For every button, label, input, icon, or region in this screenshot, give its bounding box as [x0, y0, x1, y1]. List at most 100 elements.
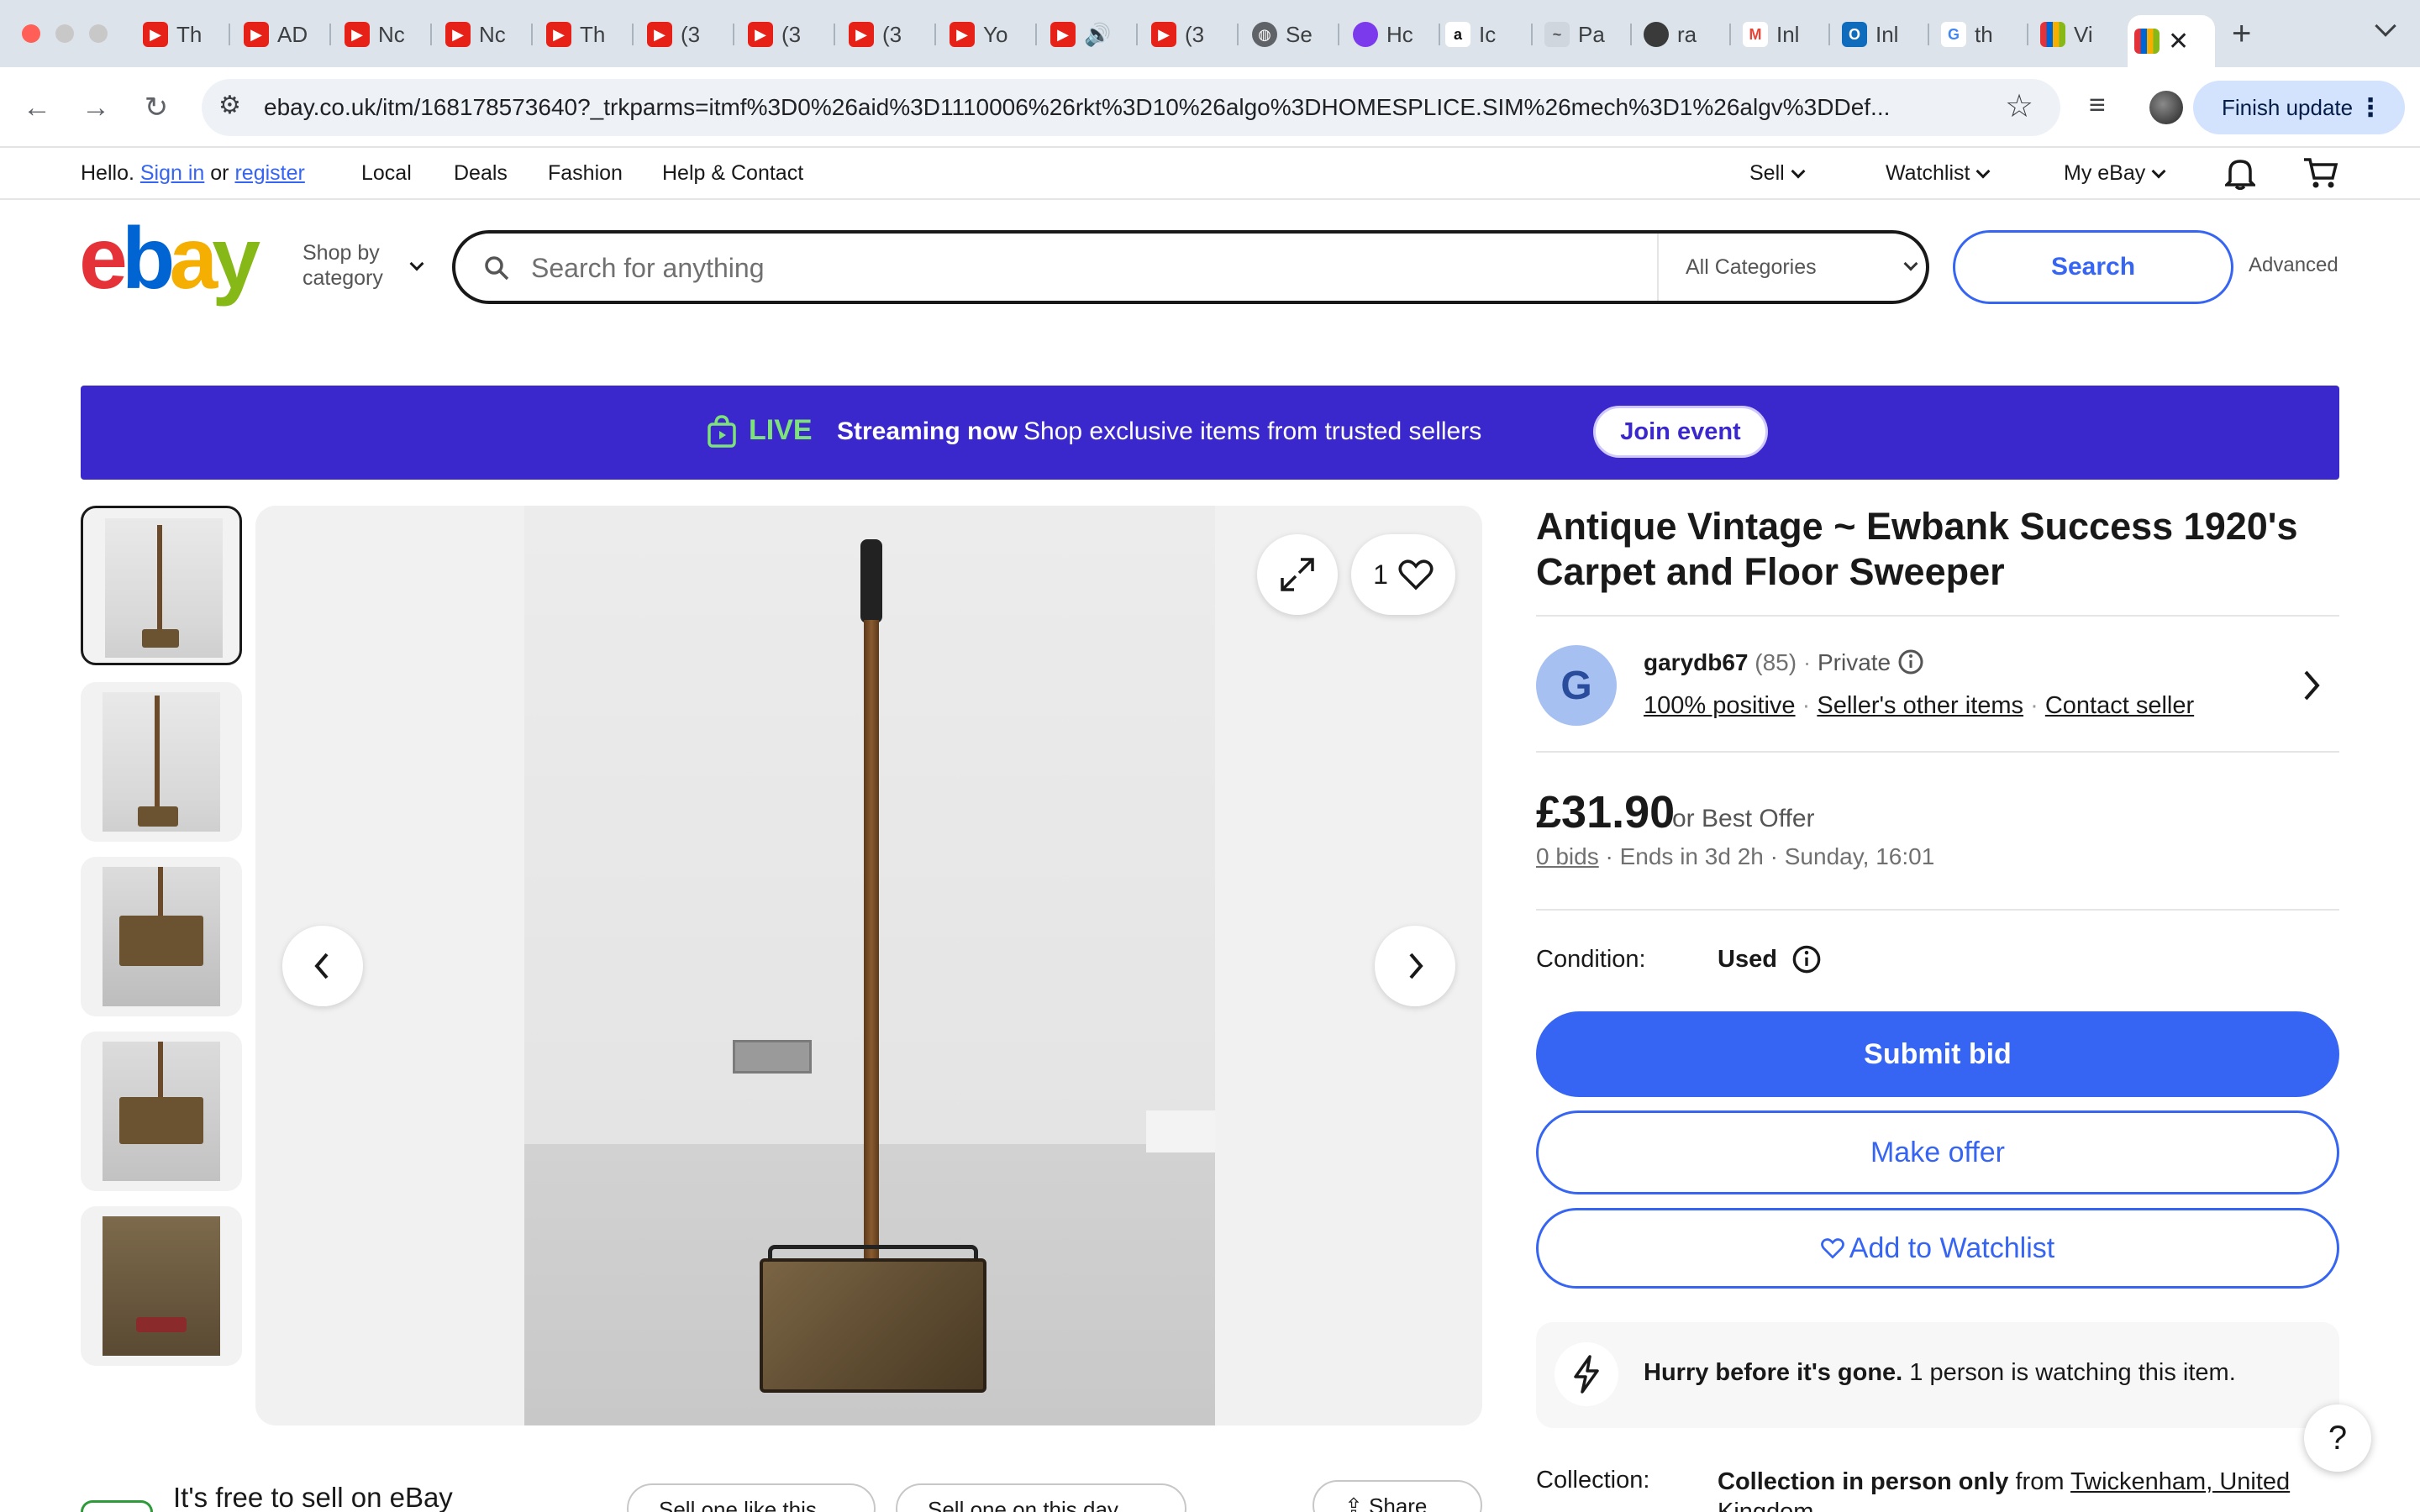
browser-tab[interactable]: Vi — [2033, 15, 2128, 54]
live-event-banner[interactable]: LIVE Streaming now Shop exclusive items … — [81, 386, 2339, 480]
expand-image-button[interactable] — [1257, 534, 1338, 615]
search-icon — [485, 256, 509, 281]
image-thumbnail[interactable] — [81, 857, 242, 1016]
browser-tab[interactable]: Hc — [1346, 15, 1440, 54]
ebay-tab-icon — [2040, 22, 2065, 47]
seller-avatar[interactable]: G — [1536, 645, 1617, 726]
browser-tab[interactable]: ◍ Se — [1245, 15, 1339, 54]
help-button[interactable]: ? — [2304, 1404, 2371, 1472]
sell-one-like-this-button[interactable]: Sell one like this — [627, 1483, 876, 1512]
browser-tab[interactable]: ▶ Th — [539, 15, 634, 54]
browser-tab[interactable]: ▶ Nc — [338, 15, 432, 54]
register-link[interactable]: register — [234, 161, 304, 185]
search-input[interactable] — [531, 250, 1581, 286]
browser-tab[interactable]: ~ Pa — [1538, 15, 1632, 54]
finish-update-button[interactable]: Finish update ⋮ — [2193, 81, 2405, 134]
info-icon[interactable] — [1791, 944, 1822, 974]
browser-tab[interactable]: ▶ (3 — [741, 15, 835, 54]
youtube-icon: ▶ — [445, 22, 471, 47]
ends-in: Ends in 3d 2h — [1619, 843, 1764, 869]
cart-icon[interactable] — [2302, 156, 2339, 190]
chevron-left-icon — [314, 953, 329, 979]
browser-tab[interactable]: ▶ Nc — [439, 15, 533, 54]
youtube-icon: ▶ — [244, 22, 269, 47]
profile-avatar[interactable] — [2149, 91, 2183, 124]
search-button[interactable]: Search — [1953, 230, 2233, 304]
reload-button[interactable]: ↻ — [134, 86, 178, 129]
youtube-icon: ▶ — [950, 22, 975, 47]
image-thumbnail[interactable] — [81, 506, 242, 665]
new-tab-button[interactable]: + — [2232, 15, 2251, 53]
browser-tab[interactable]: ▶ (3 — [1144, 15, 1239, 54]
tab-search-chevron-icon[interactable] — [2375, 15, 2396, 37]
image-thumbnail[interactable] — [81, 1206, 242, 1366]
join-event-button[interactable]: Join event — [1593, 406, 1768, 458]
browser-tab[interactable]: ▶ 🔊 — [1044, 15, 1138, 54]
nav-link-fashion[interactable]: Fashion — [548, 161, 623, 186]
watch-count-button[interactable]: 1 — [1351, 534, 1455, 615]
collection-type: Collection in person only — [1718, 1468, 2009, 1495]
sell-menu[interactable]: Sell — [1749, 161, 1806, 186]
advanced-search-link[interactable]: Advanced — [2249, 254, 2338, 277]
browser-tab[interactable]: a Ic — [1439, 15, 1533, 54]
browser-tab[interactable]: M Inl — [1736, 15, 1830, 54]
notification-bell-icon[interactable] — [2225, 156, 2255, 190]
browser-tab[interactable]: O Inl — [1835, 15, 1929, 54]
seller-name[interactable]: garydb67 — [1644, 649, 1749, 675]
next-image-button[interactable] — [1375, 926, 1455, 1006]
site-info-icon[interactable]: ⚙ — [218, 91, 241, 120]
nav-link-deals[interactable]: Deals — [454, 161, 508, 186]
share-button[interactable]: ⇪ Share — [1313, 1480, 1482, 1512]
positive-feedback-link[interactable]: 100% positive — [1644, 692, 1796, 719]
browser-tab-active[interactable]: ✕ — [2128, 15, 2215, 67]
main-item-image[interactable]: 1 — [255, 506, 1482, 1425]
sell-one-on-this-day-button[interactable]: Sell one on this day — [896, 1483, 1186, 1512]
image-thumbnail[interactable] — [81, 682, 242, 842]
watchlist-menu[interactable]: Watchlist — [1886, 161, 1991, 186]
shop-by-category-button[interactable]: Shop by category — [302, 240, 424, 291]
address-bar[interactable]: ⚙ ebay.co.uk/itm/168178573640?_trkparms=… — [202, 79, 2060, 136]
add-to-watchlist-button[interactable]: Add to Watchlist — [1536, 1208, 2339, 1289]
sign-in-link[interactable]: Sign in — [140, 161, 204, 185]
my-ebay-menu[interactable]: My eBay — [2064, 161, 2166, 186]
chevron-right-icon[interactable] — [2301, 669, 2323, 702]
close-window-button[interactable] — [22, 24, 40, 43]
close-tab-icon[interactable]: ✕ — [2168, 27, 2189, 56]
nav-link-help-contact[interactable]: Help & Contact — [662, 161, 803, 186]
sellers-other-items-link[interactable]: Seller's other items — [1817, 692, 2023, 719]
browser-tab[interactable]: ▶ (3 — [842, 15, 936, 54]
forward-button[interactable]: → — [74, 86, 118, 129]
bookmark-star-icon[interactable]: ☆ — [2005, 87, 2033, 125]
seller-info: garydb67 (85) · Private — [1644, 648, 1924, 676]
media-controls-icon[interactable]: ≡ — [2089, 89, 2106, 122]
browser-tab[interactable]: ▶ AD — [237, 15, 331, 54]
image-thumbnail[interactable] — [81, 1032, 242, 1191]
info-icon[interactable] — [1897, 648, 1924, 675]
youtube-icon: ▶ — [748, 22, 773, 47]
condition-label: Condition: — [1536, 946, 1646, 973]
back-button[interactable]: ← — [15, 86, 59, 129]
outlook-icon: O — [1842, 22, 1867, 47]
browser-tab[interactable]: ra — [1637, 15, 1731, 54]
browser-tab[interactable]: ▶ Yo — [943, 15, 1037, 54]
minimize-window-button[interactable] — [55, 24, 74, 43]
contact-seller-link[interactable]: Contact seller — [2045, 692, 2194, 719]
maximize-window-button[interactable] — [89, 24, 108, 43]
url-text[interactable]: ebay.co.uk/itm/168178573640?_trkparms=it… — [264, 94, 1995, 121]
ebay-logo[interactable]: ebay — [79, 215, 260, 302]
browser-tab[interactable]: Gth — [1934, 15, 2028, 54]
browser-tab[interactable]: ▶ (3 — [640, 15, 734, 54]
expand-icon — [1281, 558, 1314, 591]
live-banner-text: Shop exclusive items from trusted seller… — [1023, 417, 1482, 445]
nav-link-local[interactable]: Local — [361, 161, 412, 186]
bids-link[interactable]: 0 bids — [1536, 843, 1599, 869]
make-offer-button[interactable]: Make offer — [1536, 1110, 2339, 1194]
browser-tab[interactable]: ▶ Th — [136, 15, 230, 54]
shopping-bag-icon — [708, 415, 736, 448]
google-icon: G — [1941, 22, 1966, 47]
submit-bid-button[interactable]: Submit bid — [1536, 1011, 2339, 1097]
previous-image-button[interactable] — [282, 926, 363, 1006]
chevron-down-icon — [1791, 164, 1806, 179]
end-time: Sunday, 16:01 — [1784, 843, 1935, 869]
category-select[interactable]: All Categories — [1657, 234, 1926, 301]
